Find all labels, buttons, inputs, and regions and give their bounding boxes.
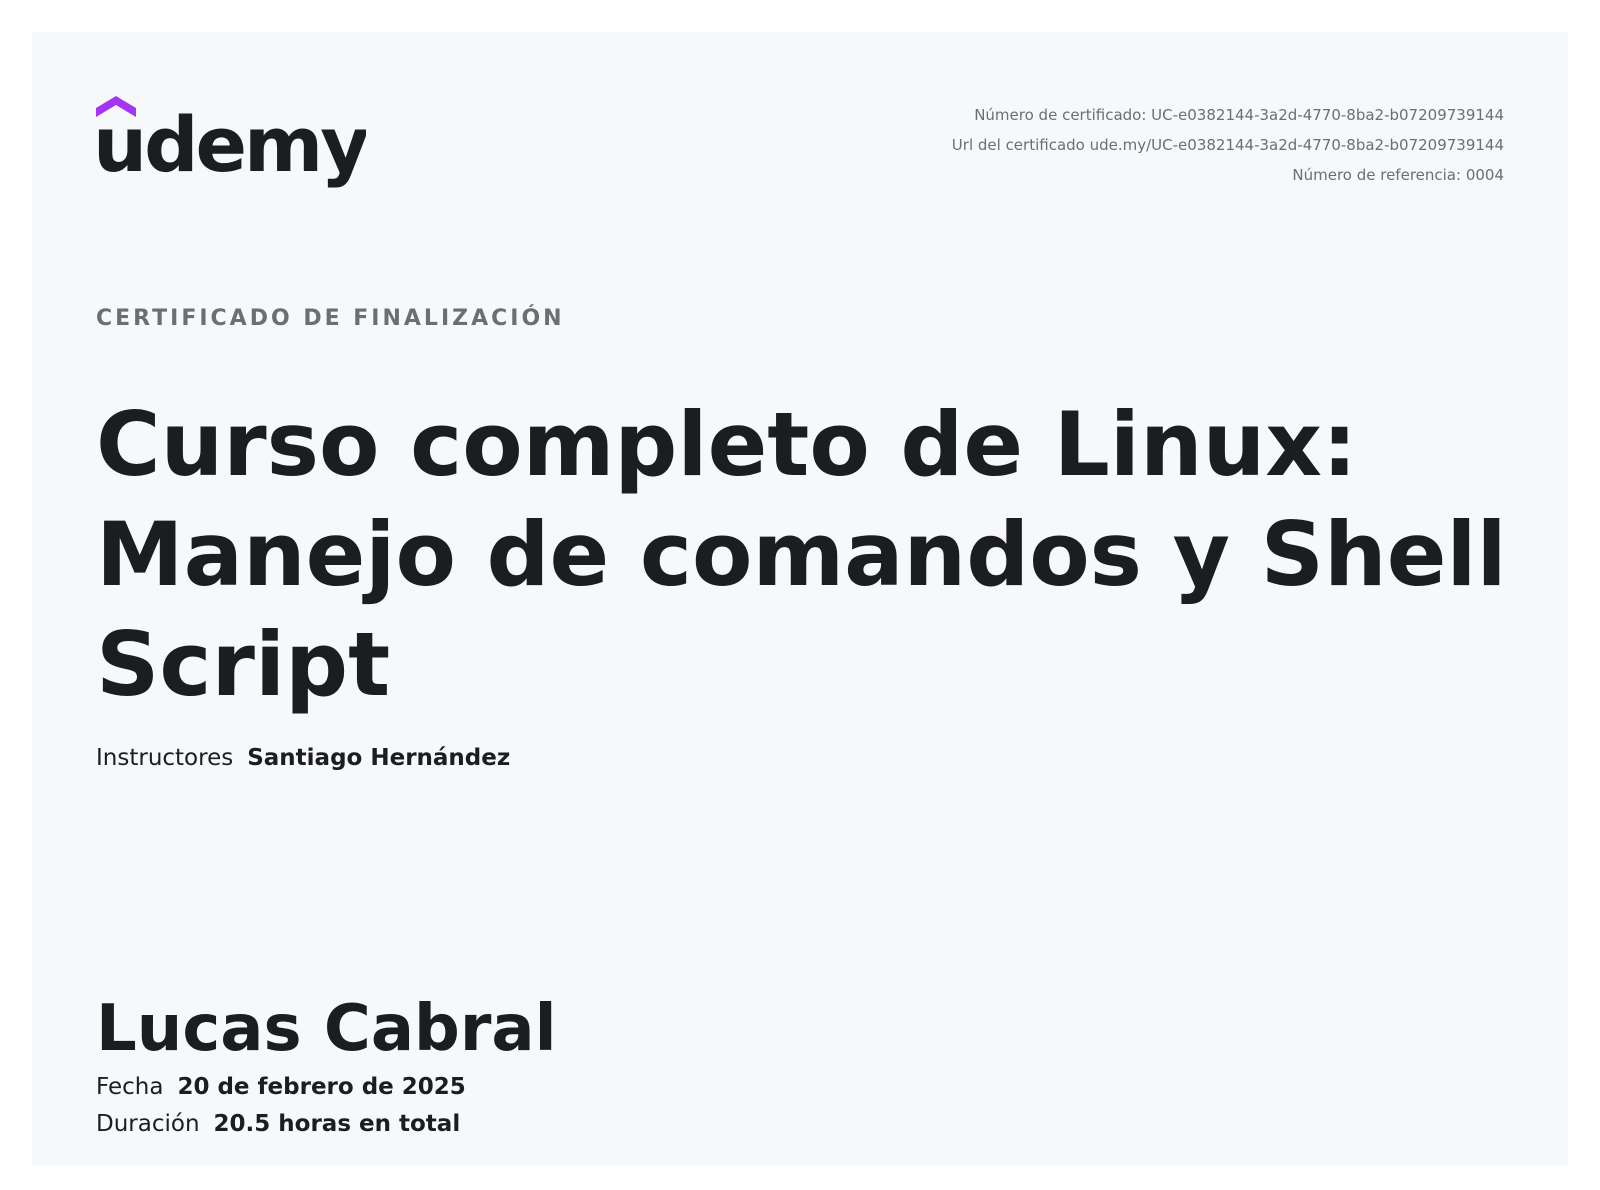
date-value: 20 de febrero de 2025 [177, 1074, 466, 1100]
certificate-number: Número de certificado: UC-e0382144-3a2d-… [974, 106, 1504, 124]
instructors-label: Instructores [96, 745, 234, 771]
certificate-overline: CERTIFICADO DE FINALIZACIÓN [96, 306, 565, 331]
logo-wordmark: udemy [96, 100, 366, 189]
date-line: Fecha 20 de febrero de 2025 [96, 1074, 466, 1100]
instructor-name: Santiago Hernández [247, 745, 511, 771]
udemy-logo-icon: udemy [96, 96, 366, 189]
certificate-card: udemy Número de certificado: UC-e0382144… [32, 32, 1568, 1165]
reference-number: Número de referencia: 0004 [1292, 166, 1504, 184]
course-title: Curso completo de Linux: Manejo de coman… [96, 393, 1507, 716]
student-name: Lucas Cabral [96, 992, 557, 1066]
date-label: Fecha [96, 1074, 164, 1100]
udemy-logo: udemy [96, 94, 366, 194]
duration-line: Duración 20.5 horas en total [96, 1111, 460, 1137]
instructors-line: Instructores Santiago Hernández [96, 745, 510, 771]
duration-label: Duración [96, 1111, 200, 1137]
certificate-url[interactable]: Url del certificado ude.my/UC-e0382144-3… [952, 130, 1504, 160]
duration-value: 20.5 horas en total [213, 1111, 461, 1137]
certificate-meta: Número de certificado: UC-e0382144-3a2d-… [952, 100, 1504, 190]
